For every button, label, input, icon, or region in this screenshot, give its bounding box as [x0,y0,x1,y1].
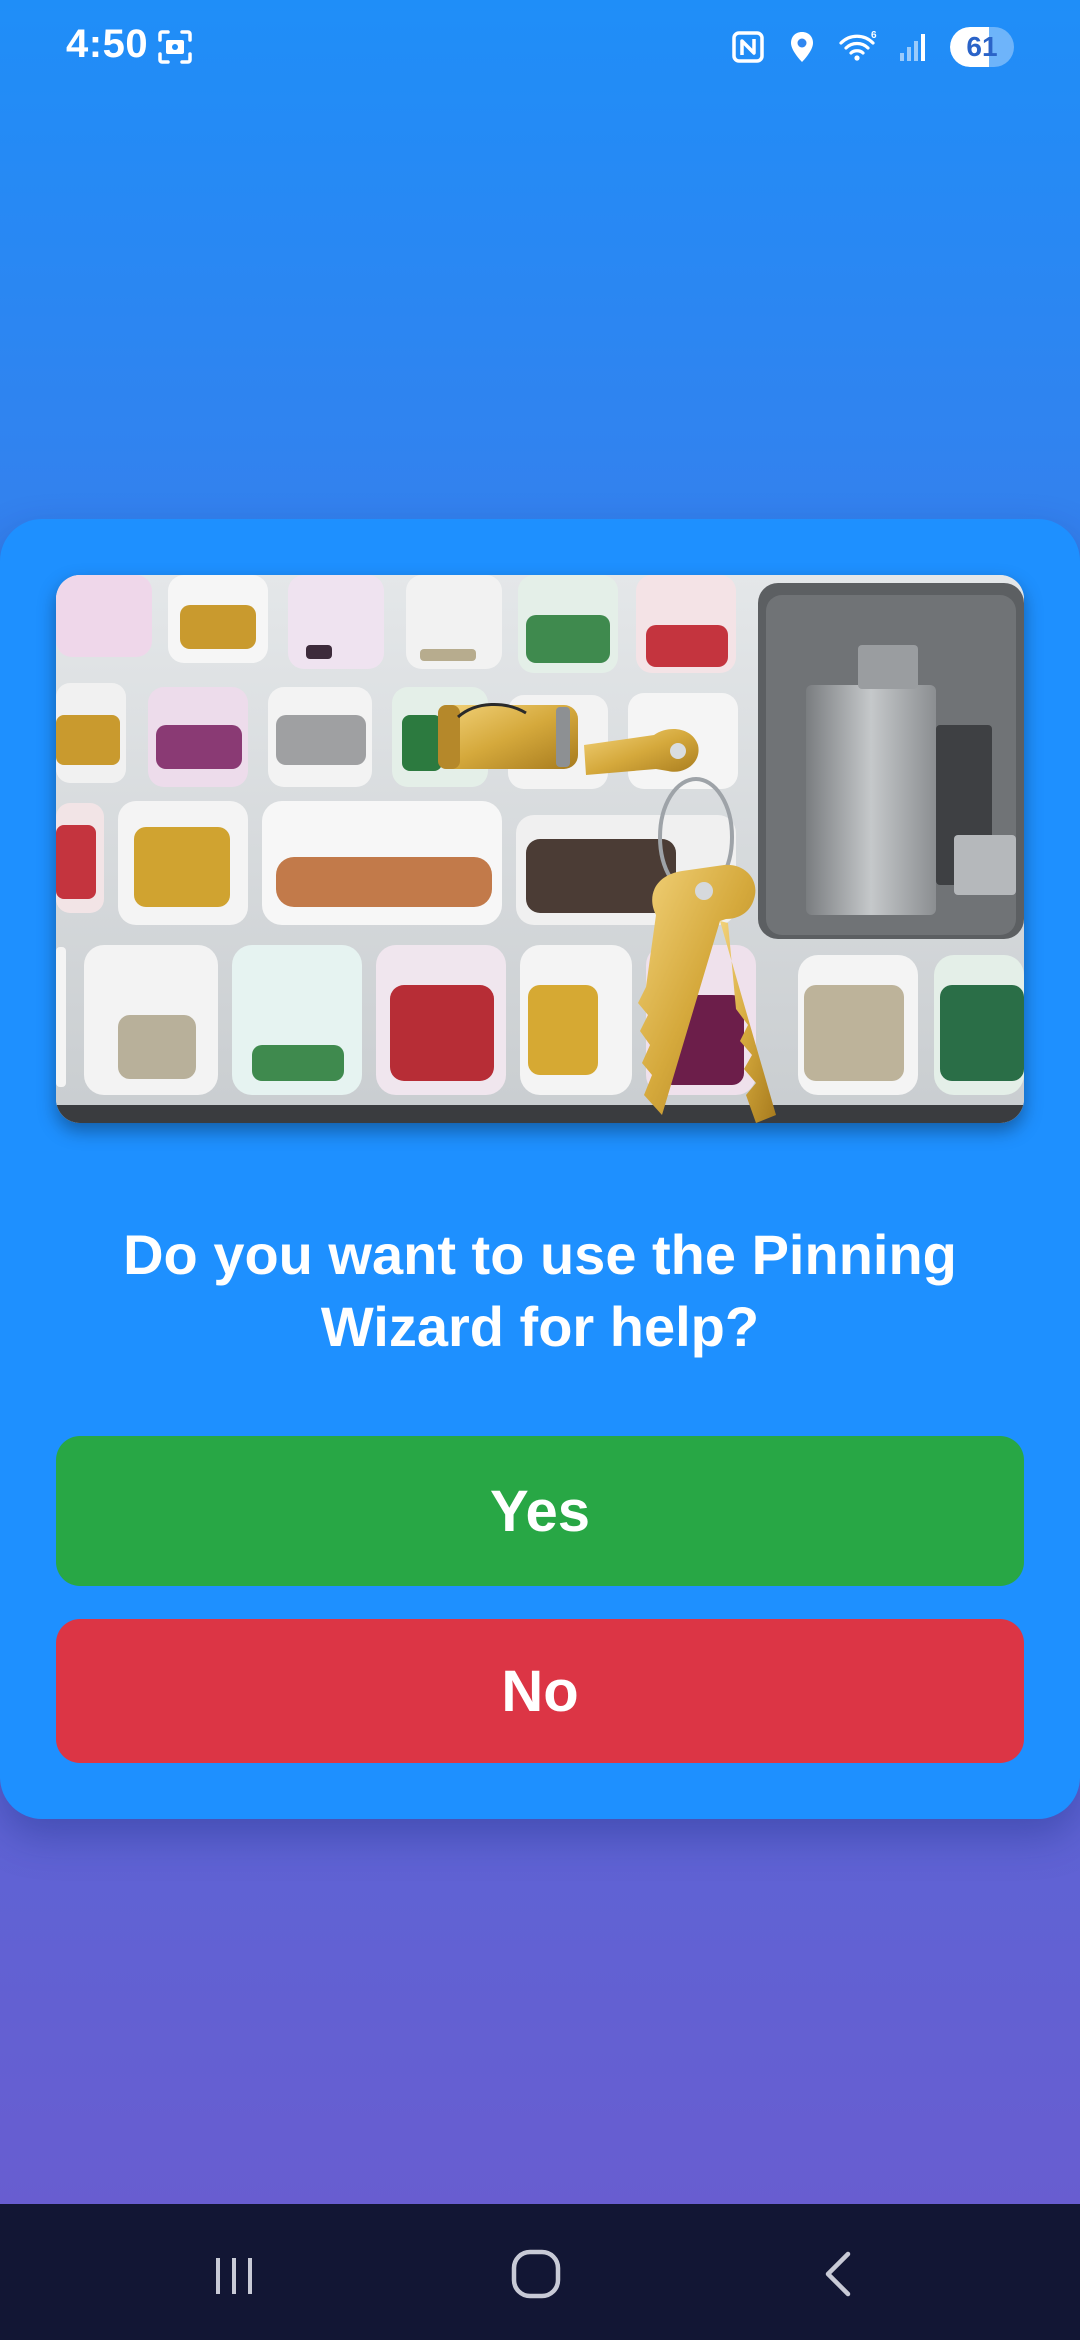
status-bar: 4:50 6 61 [0,0,1080,96]
home-button[interactable] [496,2234,576,2314]
recents-button[interactable] [194,2234,274,2314]
lock-pinning-kit-photo [56,575,1024,1123]
status-icons: 6 61 [730,24,1014,70]
nfc-icon [732,31,764,63]
battery-level: 61 [966,31,998,62]
recents-icon [216,2258,252,2294]
back-icon [825,2251,851,2297]
yes-button[interactable]: Yes [56,1436,1024,1586]
wifi-icon: 6 [839,30,877,61]
signal-icon [900,34,925,61]
back-button[interactable] [800,2234,880,2314]
navigation-bar [0,2204,1080,2340]
screen: 4:50 6 61 Do you want to use the Pinning… [0,0,1080,2340]
screenshot-icon [158,30,192,64]
no-button[interactable]: No [56,1619,1024,1763]
battery-icon: 61 [950,27,1014,67]
pinning-wizard-dialog: Do you want to use the Pinning Wizard fo… [0,519,1080,1819]
svg-text:6: 6 [871,30,877,41]
pinning-kit-illustration [56,575,1024,1123]
location-icon [791,32,813,62]
dialog-question: Do you want to use the Pinning Wizard fo… [123,1223,957,1358]
home-icon [511,2249,561,2299]
status-time: 4:50 [66,22,149,66]
